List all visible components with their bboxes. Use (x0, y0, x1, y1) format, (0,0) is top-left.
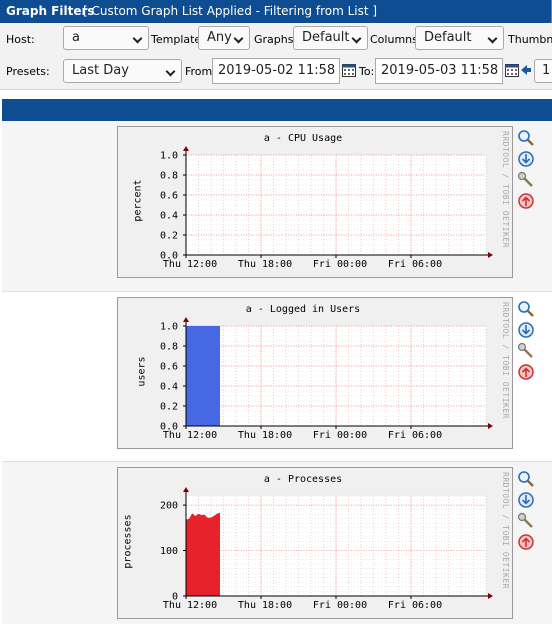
chevron-down-icon (487, 33, 498, 44)
edit-icon[interactable] (517, 342, 535, 360)
graph-image[interactable]: a - CPU Usage percent RRDTOOL / TOBI OETIK… (117, 126, 513, 278)
edit-icon[interactable] (517, 512, 535, 530)
x-tick-label: Thu 18:00 (238, 600, 292, 611)
y-tick-label: 0.8 (160, 171, 178, 182)
from-date-input[interactable]: 2019-05-02 11:58 (212, 58, 340, 84)
graph-row: a - CPU Usage percent RRDTOOL / TOBI OETIK… (2, 121, 552, 291)
zoom-icon[interactable] (517, 470, 535, 488)
presets-select-value: Last Day (72, 63, 129, 78)
graph-row: a - Logged in Users users RRDTOOL / TOBI O… (2, 291, 552, 462)
timespan-select[interactable]: 1 (534, 59, 552, 83)
graphs-select[interactable]: Default (293, 26, 368, 50)
graph-plot: 1.00.80.60.40.20.0Thu 12:00 Thu 18:00 Fri … (160, 317, 493, 441)
processes-area (186, 512, 220, 596)
chevron-down-icon (233, 33, 244, 44)
x-tick-label: Fri 00:00 (313, 430, 367, 441)
graph-image[interactable]: a - Logged in Users users RRDTOOL / TOBI O… (117, 297, 513, 449)
x-tick-label: Thu 18:00 (238, 259, 292, 270)
x-tick-label: Fri 06:00 (388, 600, 442, 611)
filter-header: Graph Filters [ Custom Graph List Applie… (0, 0, 552, 23)
zoom-icon[interactable] (517, 129, 535, 147)
download-icon[interactable] (517, 150, 535, 168)
template-label: Template: (151, 33, 205, 46)
graph-plot: 1.00.80.60.40.20.0Thu 12:00 Thu 18:00 Fri … (160, 146, 493, 270)
y-tick-label: 0.6 (160, 362, 178, 373)
template-select[interactable]: Any (198, 26, 250, 50)
presets-select[interactable]: Last Day (63, 59, 182, 83)
to-date-input[interactable]: 2019-05-03 11:58 (375, 58, 503, 84)
y-tick-label: 200 (160, 501, 178, 512)
x-tick-label: Fri 06:00 (388, 259, 442, 270)
host-label: Host: (6, 33, 35, 46)
calendar-icon[interactable] (505, 64, 519, 77)
users-area (186, 326, 220, 426)
graphs-label: Graphs: (254, 33, 298, 46)
filter-panel: Host: a Template: Any Graphs: Default Co… (0, 23, 552, 90)
download-icon[interactable] (517, 491, 535, 509)
y-tick-label: 0.6 (160, 191, 178, 202)
graphs-select-value: Default (302, 30, 350, 45)
columns-select[interactable]: Default (415, 26, 504, 50)
y-tick-label: 100 (160, 546, 178, 557)
from-date-value: 2019-05-02 11:58 (218, 63, 336, 78)
up-icon[interactable] (517, 533, 535, 551)
graph-list-header (2, 99, 552, 121)
chevron-down-icon (165, 66, 176, 77)
graph-plot: 2001000Thu 12:00 Thu 18:00 Fri 00:00 Fri 06… (160, 487, 493, 611)
up-icon[interactable] (517, 363, 535, 381)
up-icon[interactable] (517, 192, 535, 210)
chevron-down-icon (351, 33, 362, 44)
filter-title: Graph Filters (6, 4, 95, 18)
thumbnails-label: Thumbnails (508, 33, 552, 46)
filter-subtitle: [ Custom Graph List Applied - Filtering … (83, 4, 378, 18)
y-tick-label: 0.8 (160, 342, 178, 353)
y-tick-label: 1.0 (160, 322, 178, 333)
x-tick-label: Fri 00:00 (313, 259, 367, 270)
edit-icon[interactable] (517, 171, 535, 189)
x-tick-label: Thu 12:00 (163, 430, 217, 441)
template-select-value: Any (207, 30, 232, 45)
to-label: To: (359, 65, 375, 78)
y-tick-label: 1.0 (160, 151, 178, 162)
calendar-icon[interactable] (342, 64, 356, 77)
x-tick-label: Fri 00:00 (313, 600, 367, 611)
y-tick-label: 0.4 (160, 211, 178, 222)
shift-left-icon[interactable] (520, 64, 532, 76)
host-select-value: a (72, 30, 80, 45)
x-tick-label: Fri 06:00 (388, 430, 442, 441)
timespan-select-value: 1 (542, 63, 551, 78)
presets-label: Presets: (6, 65, 50, 78)
zoom-icon[interactable] (517, 300, 535, 318)
y-tick-label: 0.2 (160, 231, 178, 242)
x-tick-label: Thu 12:00 (163, 259, 217, 270)
chevron-down-icon (132, 33, 143, 44)
y-tick-label: 0.2 (160, 402, 178, 413)
graph-row: a - Processes processes RRDTOOL / TOBI OET… (2, 461, 552, 624)
columns-select-value: Default (424, 30, 472, 45)
x-tick-label: Thu 18:00 (238, 430, 292, 441)
host-select[interactable]: a (63, 26, 149, 50)
y-tick-label: 0.4 (160, 382, 178, 393)
x-tick-label: Thu 12:00 (163, 600, 217, 611)
columns-label: Columns: (370, 33, 422, 46)
to-date-value: 2019-05-03 11:58 (381, 63, 499, 78)
graph-image[interactable]: a - Processes processes RRDTOOL / TOBI OET… (117, 467, 513, 619)
download-icon[interactable] (517, 321, 535, 339)
